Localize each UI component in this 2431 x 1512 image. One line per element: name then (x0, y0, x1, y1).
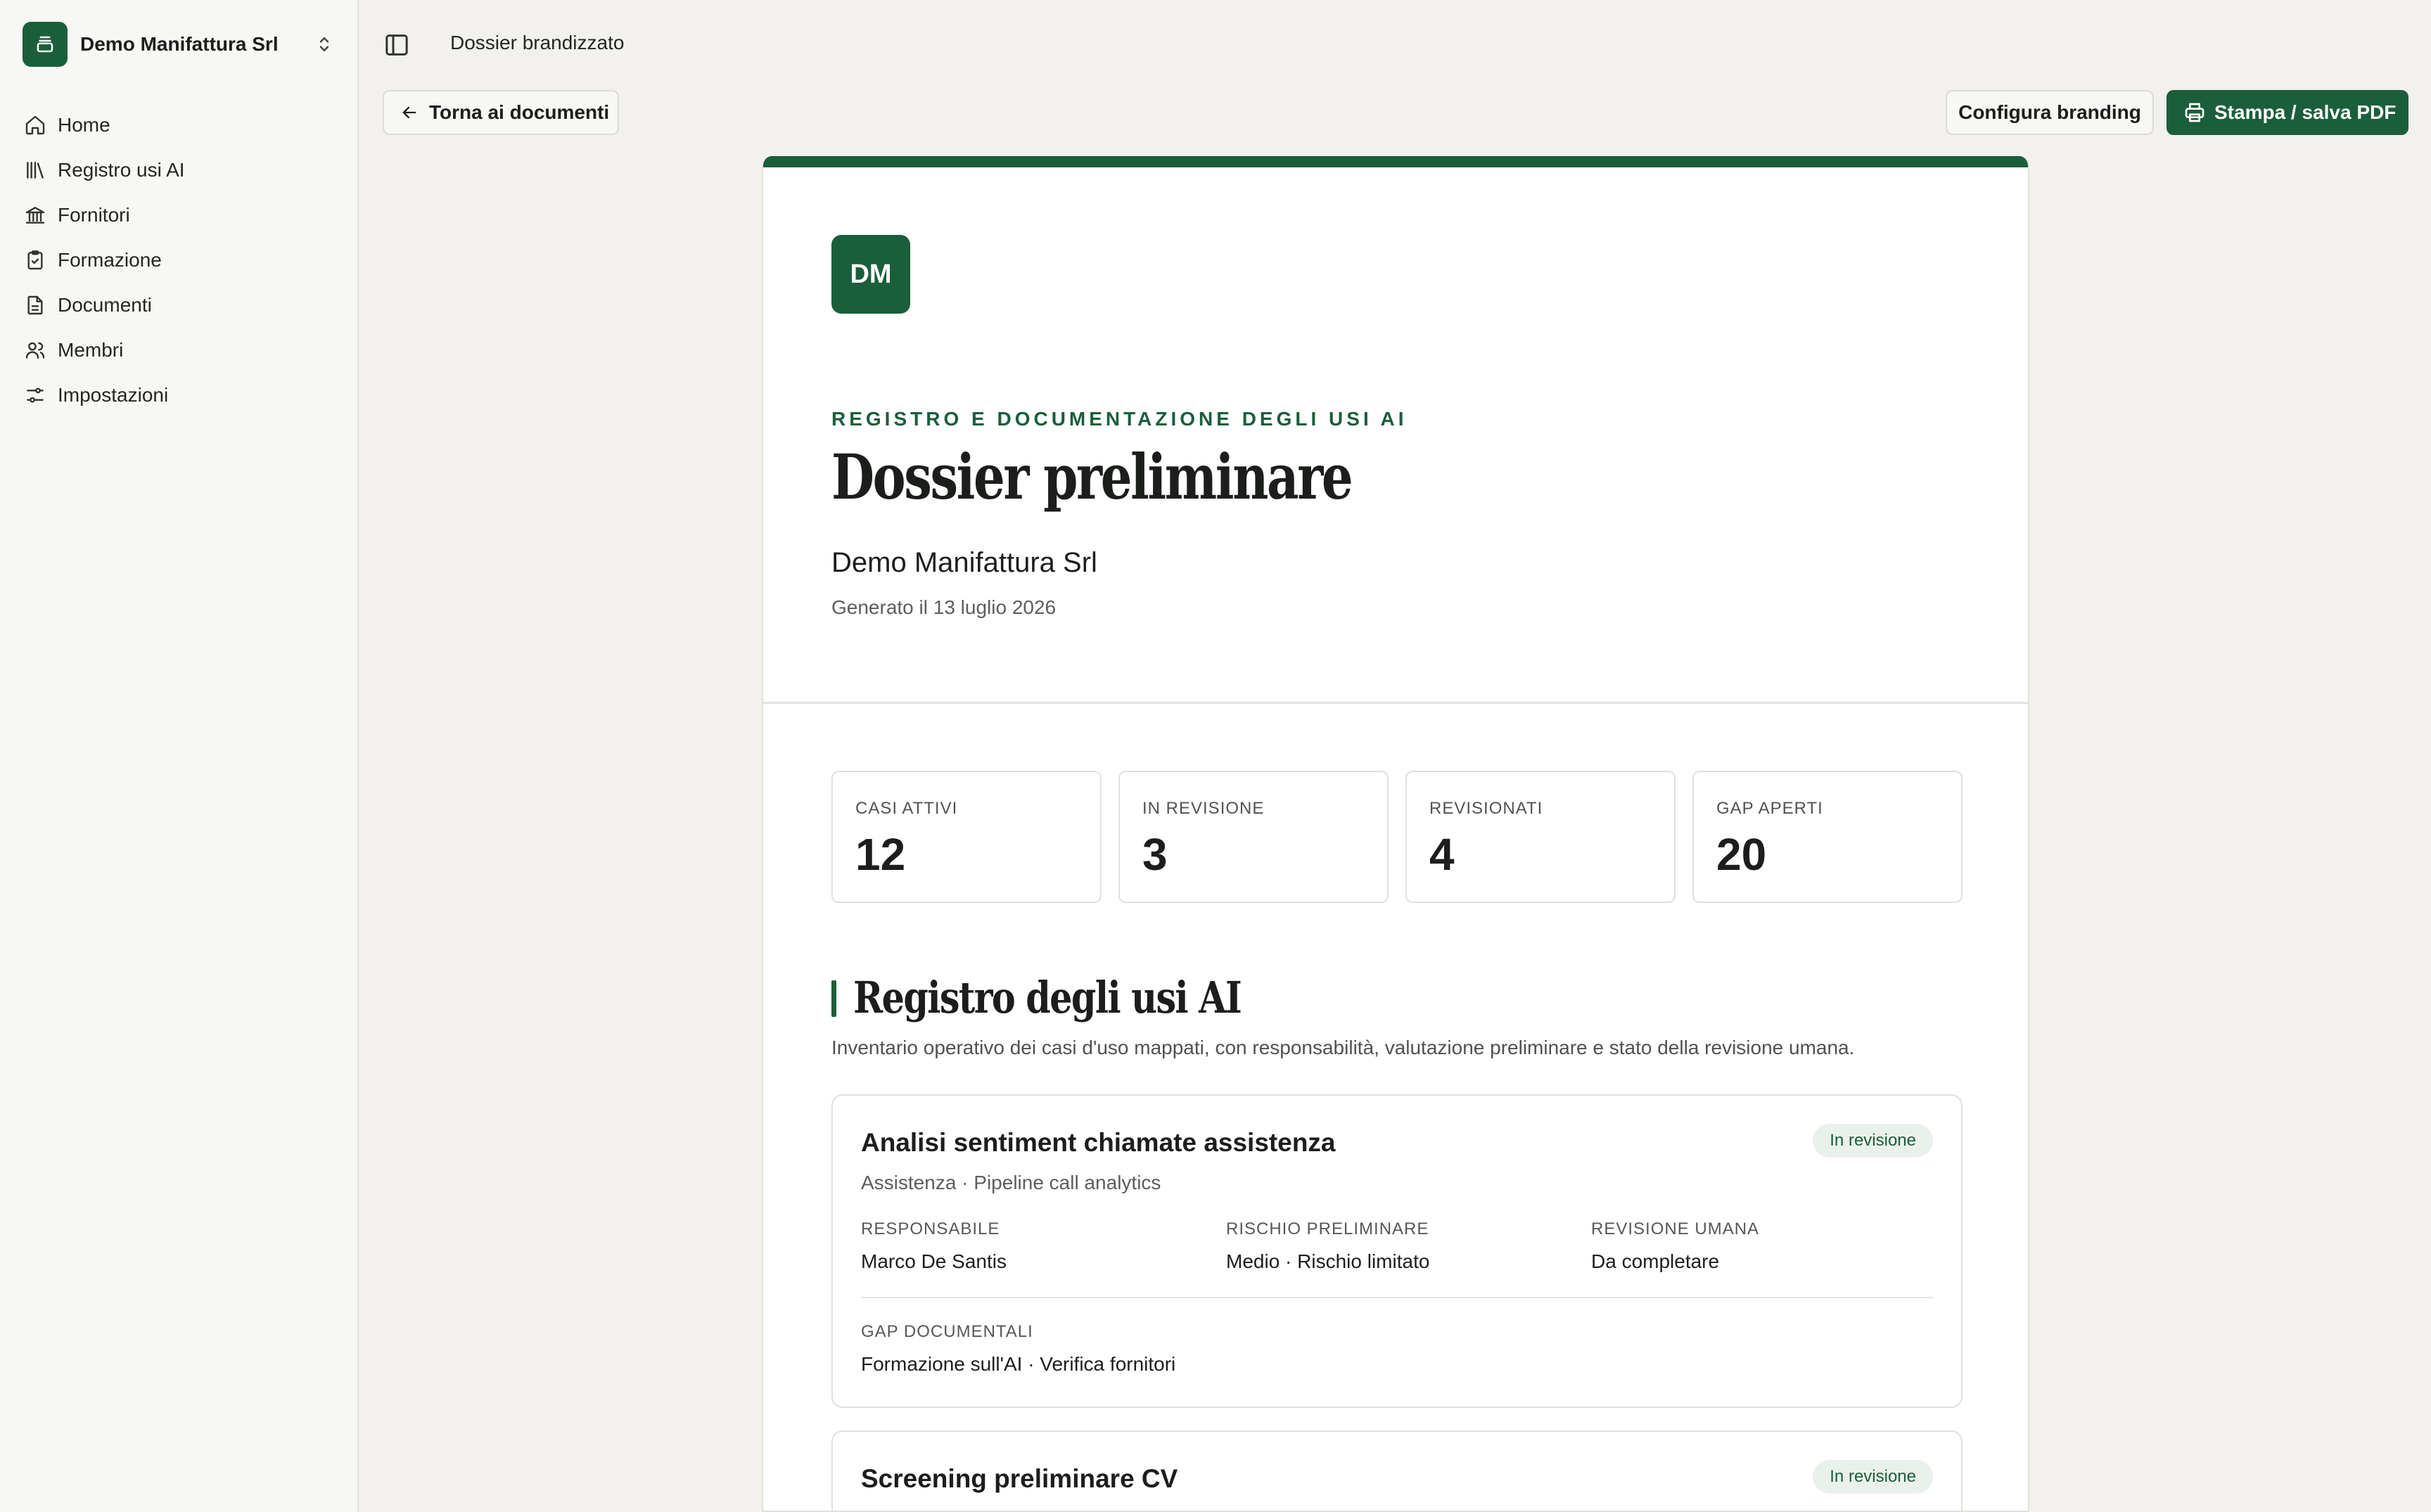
file-text-icon (24, 294, 46, 316)
stat-label: GAP APERTI (1716, 799, 1823, 818)
risk-field: RISCHIO PRELIMINARE Medio · Rischio limi… (1226, 1219, 1429, 1273)
stat-card-open-gaps: GAP APERTI 20 (1692, 771, 1963, 903)
sidebar-item-registro[interactable]: Registro usi AI (21, 148, 338, 193)
stat-label: REVISIONATI (1429, 799, 1543, 818)
sidebar-item-label: Registro usi AI (58, 159, 185, 181)
divider (763, 702, 2028, 704)
sidebar-toggle-icon[interactable] (383, 31, 411, 59)
stat-card-active-cases: CASI ATTIVI 12 (831, 771, 1102, 903)
sidebar-item-label: Membri (58, 339, 124, 361)
sidebar-item-impostazioni[interactable]: Impostazioni (21, 373, 338, 418)
print-button-label: Stampa / salva PDF (2214, 101, 2397, 123)
sidebar-item-label: Fornitori (58, 204, 130, 226)
arrow-left-icon (402, 106, 416, 119)
field-value: Formazione sull'AI · Verifica fornitori (861, 1353, 1176, 1375)
users-icon (24, 339, 46, 361)
sliders-icon (24, 384, 46, 406)
case-title: Screening preliminare CV (861, 1464, 1178, 1493)
stat-card-reviewed: REVISIONATI 4 (1405, 771, 1676, 903)
brand-accent-bar (763, 156, 2028, 167)
stat-value: 12 (855, 829, 906, 880)
sidebar-item-label: Home (58, 114, 110, 136)
stat-value: 4 (1429, 829, 1455, 880)
case-subtitle: Assistenza · Pipeline call analytics (861, 1172, 1161, 1193)
sidebar-item-fornitori[interactable]: Fornitori (21, 193, 338, 238)
back-to-documents-button[interactable]: Torna ai documenti (383, 90, 619, 135)
bank-icon (24, 204, 46, 226)
field-label: GAP DOCUMENTALI (861, 1322, 1033, 1341)
field-value: Marco De Santis (861, 1250, 1007, 1272)
org-switcher[interactable]: Demo Manifattura Srl (23, 21, 338, 68)
document-org-name: Demo Manifattura Srl (831, 547, 1097, 578)
sidebar-item-membri[interactable]: Membri (21, 328, 338, 373)
field-label: REVISIONE UMANA (1591, 1219, 1760, 1238)
stat-value: 3 (1142, 829, 1168, 880)
human-review-field: REVISIONE UMANA Da completare (1591, 1219, 1759, 1273)
field-value: Medio · Rischio limitato (1226, 1250, 1430, 1272)
field-label: RISCHIO PRELIMINARE (1226, 1219, 1429, 1238)
print-pdf-button[interactable]: Stampa / salva PDF (2167, 90, 2408, 135)
sidebar-item-label: Documenti (58, 294, 152, 316)
case-title: Analisi sentiment chiamate assistenza (861, 1128, 1336, 1157)
stat-card-in-review: IN REVISIONE 3 (1118, 771, 1389, 903)
printer-icon (2185, 103, 2205, 122)
divider (861, 1297, 1933, 1298)
status-badge: In revisione (1813, 1124, 1933, 1158)
sidebar-item-label: Formazione (58, 249, 162, 271)
owner-field: RESPONSABILE Marco De Santis (861, 1219, 1007, 1273)
branding-button-label: Configura branding (1958, 101, 2141, 123)
field-label: RESPONSABILE (861, 1219, 1000, 1238)
sidebar: Demo Manifattura Srl Home Registro usi A… (0, 0, 359, 1512)
library-icon (24, 159, 46, 181)
stat-label: IN REVISIONE (1142, 799, 1265, 818)
configure-branding-button[interactable]: Configura branding (1946, 90, 2154, 135)
case-card: Screening preliminare CV In revisione (831, 1430, 1963, 1511)
sidebar-item-formazione[interactable]: Formazione (21, 238, 338, 283)
org-name: Demo Manifattura Srl (80, 33, 279, 55)
sidebar-item-label: Impostazioni (58, 384, 169, 406)
section-title: Registro degli usi AI (853, 972, 1242, 1023)
status-badge: In revisione (1813, 1460, 1933, 1494)
document-logo: DM (831, 235, 910, 314)
home-icon (24, 114, 46, 136)
org-logo-icon (23, 22, 68, 67)
document-eyebrow: REGISTRO E DOCUMENTAZIONE DEGLI USI AI (831, 408, 1408, 430)
document-sheet: DM REGISTRO E DOCUMENTAZIONE DEGLI USI A… (762, 156, 2029, 1512)
sidebar-item-home[interactable]: Home (21, 103, 338, 148)
sidebar-nav: Home Registro usi AI Fornitori Formazion… (21, 103, 338, 418)
clipboard-check-icon (24, 249, 46, 271)
stat-label: CASI ATTIVI (855, 799, 958, 818)
document-generated-date: Generato il 13 luglio 2026 (831, 596, 1057, 618)
chevrons-up-down-icon (319, 37, 329, 51)
sidebar-item-documenti[interactable]: Documenti (21, 283, 338, 328)
document-title: Dossier preliminare (831, 440, 1353, 513)
section-accent-bar (831, 980, 836, 1017)
case-card: Analisi sentiment chiamate assistenza In… (831, 1094, 1963, 1408)
stat-value: 20 (1716, 829, 1767, 880)
field-value: Da completare (1591, 1250, 1720, 1272)
back-button-label: Torna ai documenti (429, 101, 610, 123)
page-title: Dossier brandizzato (450, 32, 625, 53)
section-description: Inventario operativo dei casi d'uso mapp… (831, 1037, 1855, 1058)
doc-gaps-field: GAP DOCUMENTALI Formazione sull'AI · Ver… (861, 1322, 1175, 1376)
